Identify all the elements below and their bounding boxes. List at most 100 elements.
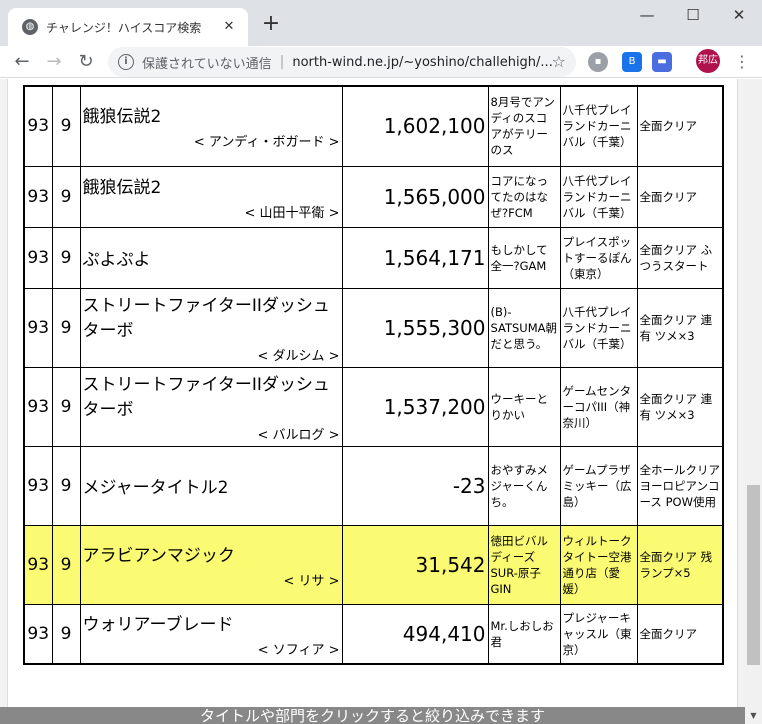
character-label[interactable]: < アンディ・ボガード > [83, 131, 340, 150]
footer-hint: タイトルや部門をクリックすると絞り込みできます [0, 707, 745, 724]
right-margin [737, 79, 745, 724]
tab-title: チャレンジ！ハイスコア検索 [46, 20, 202, 35]
division-cell[interactable]: 9 [51, 366, 81, 447]
game-cell[interactable]: ストリートファイターIIダッシュターボ < ダルシム > [79, 287, 343, 368]
table-row: 93 9 ストリートファイターIIダッシュターボ < ダルシム >1,555,300(… [23, 287, 724, 368]
new-tab-button[interactable]: + [258, 12, 284, 38]
extension-chat-icon[interactable]: ▪ [588, 52, 608, 72]
condition-cell: 全面クリア 連有 ツメ×3 [636, 366, 724, 447]
score-cell: 31,542 [341, 524, 489, 605]
game-cell[interactable]: 餓狼伝説2 < アンディ・ボガード > [79, 85, 343, 167]
player-note-cell: 8月号でアンディのスコアがテリーのス [487, 85, 561, 167]
division-cell[interactable]: 9 [51, 524, 81, 605]
extension-b-label: B [628, 56, 636, 67]
score-cell: 1,565,000 [341, 165, 489, 228]
score-cell: -23 [341, 445, 489, 526]
extension-message-icon[interactable]: ▬ [652, 52, 672, 72]
condition-cell: 全面クリア ふつうスタート [636, 226, 724, 289]
rank-cell: 93 [23, 165, 53, 228]
player-note-cell: 徳田ビバルディーズSUR-原子GIN [487, 524, 561, 605]
active-tab[interactable]: ◍ チャレンジ！ハイスコア検索 ✕ [8, 8, 248, 46]
condition-cell: 全ホールクリア ヨーロピアンコース POW使用 [636, 445, 724, 526]
extension-b-icon[interactable]: B [622, 52, 642, 72]
score-cell: 1,602,100 [341, 85, 489, 167]
rank-cell: 93 [23, 524, 53, 605]
game-cell[interactable]: ストリートファイターIIダッシュターボ < バルログ > [79, 366, 343, 447]
shop-cell: 八千代プレイランドカーニバル（千葉） [559, 287, 638, 368]
table-row: 93 9 メジャータイトル2 -23 おやすみメジャーくんち。 ゲームプラザミッキー（広島… [23, 445, 724, 526]
scroll-thumb[interactable] [747, 485, 760, 665]
character-label[interactable]: < ダルシム > [83, 345, 339, 364]
player-note-cell: (B)-SATSUMA朝だと思う。 [487, 287, 561, 368]
shop-cell: 八千代プレイランドカーニバル（千葉） [559, 85, 638, 167]
rank-cell: 93 [23, 85, 53, 167]
table-row: 93 9 ウォリアーブレード < ソフィア >494,410 Mr.しおしお君 プレジャー… [23, 603, 724, 665]
back-button[interactable]: ← [8, 48, 36, 76]
division-cell[interactable]: 9 [51, 85, 81, 167]
game-cell[interactable]: メジャータイトル2 [79, 445, 343, 526]
game-title-link[interactable]: ぷよぷよ [83, 245, 340, 270]
game-title-link[interactable]: ウォリアーブレード [83, 610, 340, 635]
condition-cell: 全面クリア [636, 85, 724, 167]
game-title-link[interactable]: ストリートファイターIIダッシュターボ [83, 291, 340, 341]
avatar[interactable]: 邦広 [696, 49, 720, 73]
close-tab-icon[interactable]: ✕ [220, 18, 238, 36]
player-note-cell: Mr.しおしお君 [487, 603, 561, 665]
shop-cell: 八千代プレイランドカーニバル（千葉） [559, 165, 638, 228]
character-label[interactable]: < ソフィア > [83, 639, 340, 658]
forward-button[interactable]: → [40, 48, 68, 76]
player-note-cell: おやすみメジャーくんち。 [487, 445, 561, 526]
shop-cell: ウィルトークタイトー空港通り店（愛媛） [559, 524, 638, 605]
character-label[interactable]: < 山田十平衛 > [83, 202, 339, 221]
game-cell[interactable]: アラビアンマジック < リサ > [79, 524, 343, 605]
game-cell[interactable]: ウォリアーブレード < ソフィア > [79, 603, 343, 665]
minimize-button[interactable]: — [624, 0, 670, 32]
vertical-scrollbar[interactable]: ▼ [745, 79, 762, 724]
shop-cell: プレイスポットすーるぽん（東京） [559, 226, 638, 289]
address-separator: | [279, 54, 285, 70]
character-label[interactable]: < リサ > [83, 570, 339, 589]
browser-window: ◍ チャレンジ！ハイスコア検索 ✕ + — ☐ ✕ ← → ↻ i 保護されてい… [0, 0, 762, 724]
score-table: 93 9 餓狼伝説2 < アンディ・ボガード >1,602,100 8月号でアンディのス… [23, 85, 724, 665]
left-margin [0, 79, 8, 724]
table-row: 93 9 ストリートファイターIIダッシュターボ < バルログ >1,537,200 ウ… [23, 366, 724, 447]
division-cell[interactable]: 9 [51, 226, 81, 289]
player-note-cell: もしかして全一?GAM [487, 226, 561, 289]
close-window-button[interactable]: ✕ [716, 0, 762, 32]
division-cell[interactable]: 9 [51, 287, 81, 368]
character-label[interactable]: < バルログ > [83, 424, 339, 443]
table-row: 93 9 ぷよぷよ 1,564,171 もしかして全一?GAM プレイスポットすーるぽん（… [23, 226, 724, 289]
game-title-link[interactable]: ストリートファイターIIダッシュターボ [83, 370, 340, 420]
rank-cell: 93 [23, 366, 53, 447]
score-cell: 1,537,200 [341, 366, 489, 447]
game-title-link[interactable]: アラビアンマジック [83, 541, 340, 566]
condition-cell: 全面クリア [636, 603, 724, 665]
game-cell[interactable]: 餓狼伝説2 < 山田十平衛 > [79, 165, 343, 228]
game-title-link[interactable]: 餓狼伝説2 [83, 173, 340, 198]
table-row: 93 9 餓狼伝説2 < アンディ・ボガード >1,602,100 8月号でアンディのス… [23, 85, 724, 167]
game-title-link[interactable]: メジャータイトル2 [83, 473, 340, 498]
address-bar[interactable]: i 保護されていない通信 | north-wind.ne.jp/~yoshino… [108, 47, 576, 77]
division-cell[interactable]: 9 [51, 603, 81, 665]
division-cell[interactable]: 9 [51, 165, 81, 228]
score-cell: 1,555,300 [341, 287, 489, 368]
game-cell[interactable]: ぷよぷよ [79, 226, 343, 289]
shop-cell: ゲームセンターコパIII（神奈川） [559, 366, 638, 447]
score-cell: 1,564,171 [341, 226, 489, 289]
scroll-down-icon[interactable]: ▼ [745, 707, 762, 724]
menu-dots-icon[interactable]: ⋮ [732, 48, 752, 76]
shop-cell: ゲームプラザミッキー（広島） [559, 445, 638, 526]
player-note-cell: コアになってたのはなぜ?FCM [487, 165, 561, 228]
maximize-button[interactable]: ☐ [670, 0, 716, 32]
shop-cell: プレジャーキャッスル（東京） [559, 603, 638, 665]
tab-strip: ◍ チャレンジ！ハイスコア検索 ✕ + — ☐ ✕ [0, 0, 762, 46]
game-title-link[interactable]: 餓狼伝説2 [83, 102, 340, 127]
globe-icon: ◍ [22, 19, 38, 35]
reload-button[interactable]: ↻ [72, 48, 100, 76]
url-text[interactable]: north-wind.ne.jp/~yoshino/challehigh/... [292, 55, 552, 70]
info-icon[interactable]: i [118, 54, 134, 70]
bookmark-star-icon[interactable]: ☆ [552, 52, 566, 71]
table-row: 93 9 アラビアンマジック < リサ >31,542 徳田ビバルディーズSUR-原子G… [23, 524, 724, 605]
division-cell[interactable]: 9 [51, 445, 81, 526]
condition-cell: 全面クリア [636, 165, 724, 228]
